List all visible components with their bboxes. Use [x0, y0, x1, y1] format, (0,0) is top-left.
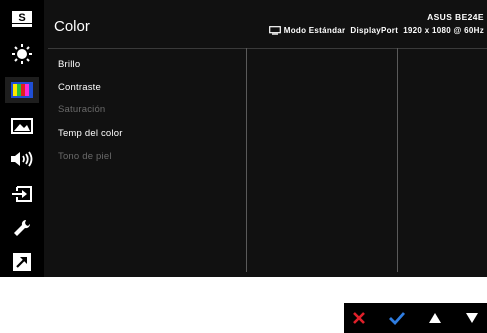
monitor-icon — [268, 26, 281, 35]
speaker-icon — [11, 151, 33, 167]
confirm-button[interactable] — [382, 303, 412, 333]
resolution-label: 1920 x 1080 @ 60Hz — [403, 26, 484, 35]
check-icon — [389, 312, 406, 325]
brightness-sun-icon — [12, 44, 32, 64]
menu-item-temp-del-color[interactable]: Temp del color — [58, 128, 123, 139]
sidebar-item-image[interactable] — [5, 113, 39, 139]
sidebar-item-blue-light-filter[interactable] — [5, 41, 39, 67]
main-panel: Color ASUS BE24E Modo Estándar DisplayPo… — [44, 0, 487, 277]
menu-item-saturacion: Saturación — [58, 104, 106, 115]
page-title: Color — [54, 18, 90, 35]
status-bar: Modo Estándar DisplayPort 1920 x 1080 @ … — [268, 26, 484, 35]
sidebar-item-color[interactable] — [5, 77, 39, 103]
sidebar-item-input-select[interactable] — [5, 181, 39, 207]
column-divider — [397, 48, 398, 272]
triangle-up-icon — [429, 313, 441, 323]
close-x-icon — [353, 312, 365, 324]
sidebar-item-system-setup[interactable] — [5, 215, 39, 241]
menu-item-tono-de-piel: Tono de piel — [58, 151, 112, 162]
picture-icon — [11, 118, 33, 134]
control-buttons — [344, 303, 487, 333]
wrench-icon — [14, 219, 31, 236]
svg-text:S: S — [18, 12, 25, 24]
sidebar-item-sound[interactable] — [5, 146, 39, 172]
close-button[interactable] — [344, 303, 374, 333]
up-button[interactable] — [420, 303, 450, 333]
sidebar-item-splendid[interactable]: S — [5, 6, 39, 32]
shortcut-arrow-icon — [13, 253, 31, 271]
input-label: DisplayPort — [350, 26, 399, 35]
down-button[interactable] — [457, 303, 487, 333]
sidebar: S — [0, 0, 44, 277]
sidebar-item-shortcut[interactable] — [5, 249, 39, 275]
s-icon: S — [12, 11, 32, 27]
menu-item-contraste[interactable]: Contraste — [58, 82, 101, 93]
color-bars-icon — [11, 82, 33, 98]
menu-item-brillo[interactable]: Brillo — [58, 59, 80, 70]
mode-label: Modo Estándar — [283, 26, 346, 35]
osd-window: S Color ASUS BE24E Modo Estándar Display… — [0, 0, 487, 277]
input-icon — [12, 186, 32, 202]
column-divider — [246, 48, 247, 272]
triangle-down-icon — [466, 313, 478, 323]
model-name: ASUS BE24E — [427, 12, 484, 22]
menu-area: Brillo Contraste Saturación Temp del col… — [48, 48, 487, 273]
